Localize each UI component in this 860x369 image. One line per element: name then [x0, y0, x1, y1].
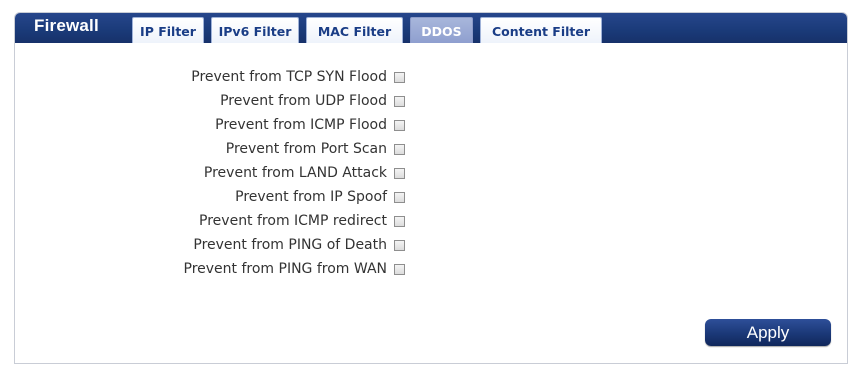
tab-mac-filter[interactable]: MAC Filter — [306, 17, 403, 43]
apply-button[interactable]: Apply — [705, 319, 831, 346]
tab-content-filter[interactable]: Content Filter — [480, 17, 602, 43]
option-label: Prevent from UDP Flood — [220, 93, 387, 109]
icmp-redirect-checkbox[interactable] — [394, 215, 405, 227]
panel-header: Firewall IP Filter IPv6 Filter MAC Filte… — [15, 13, 847, 43]
option-row-icmp-flood: Prevent from ICMP Flood — [15, 113, 405, 137]
tcp-syn-flood-checkbox[interactable] — [394, 71, 405, 83]
option-row-port-scan: Prevent from Port Scan — [15, 137, 405, 161]
option-row-land-attack: Prevent from LAND Attack — [15, 161, 405, 185]
icmp-flood-checkbox[interactable] — [394, 119, 405, 131]
udp-flood-checkbox[interactable] — [394, 95, 405, 107]
option-label: Prevent from ICMP redirect — [199, 213, 387, 229]
option-label: Prevent from TCP SYN Flood — [191, 69, 387, 85]
option-label: Prevent from PING from WAN — [183, 261, 388, 277]
option-row-ping-from-wan: Prevent from PING from WAN — [15, 257, 405, 281]
tab-ddos[interactable]: DDOS — [410, 17, 473, 43]
ddos-options-list: Prevent from TCP SYN Flood Prevent from … — [15, 65, 405, 281]
option-label: Prevent from PING of Death — [193, 237, 387, 253]
ping-of-death-checkbox[interactable] — [394, 239, 405, 251]
firewall-panel: Firewall IP Filter IPv6 Filter MAC Filte… — [14, 12, 848, 364]
option-row-ip-spoof: Prevent from IP Spoof — [15, 185, 405, 209]
option-label: Prevent from IP Spoof — [235, 189, 387, 205]
ip-spoof-checkbox[interactable] — [394, 191, 405, 203]
option-row-icmp-redirect: Prevent from ICMP redirect — [15, 209, 405, 233]
port-scan-checkbox[interactable] — [394, 143, 405, 155]
tab-ipv6-filter[interactable]: IPv6 Filter — [211, 17, 299, 43]
tab-bar: IP Filter IPv6 Filter MAC Filter DDOS Co… — [132, 17, 609, 43]
ping-from-wan-checkbox[interactable] — [394, 263, 405, 275]
option-row-tcp-syn-flood: Prevent from TCP SYN Flood — [15, 65, 405, 89]
option-row-ping-of-death: Prevent from PING of Death — [15, 233, 405, 257]
page-title: Firewall — [34, 16, 99, 35]
option-label: Prevent from Port Scan — [225, 141, 387, 157]
option-label: Prevent from LAND Attack — [203, 165, 387, 181]
option-label: Prevent from ICMP Flood — [215, 117, 387, 133]
tab-ip-filter[interactable]: IP Filter — [132, 17, 204, 43]
option-row-udp-flood: Prevent from UDP Flood — [15, 89, 405, 113]
land-attack-checkbox[interactable] — [394, 167, 405, 179]
